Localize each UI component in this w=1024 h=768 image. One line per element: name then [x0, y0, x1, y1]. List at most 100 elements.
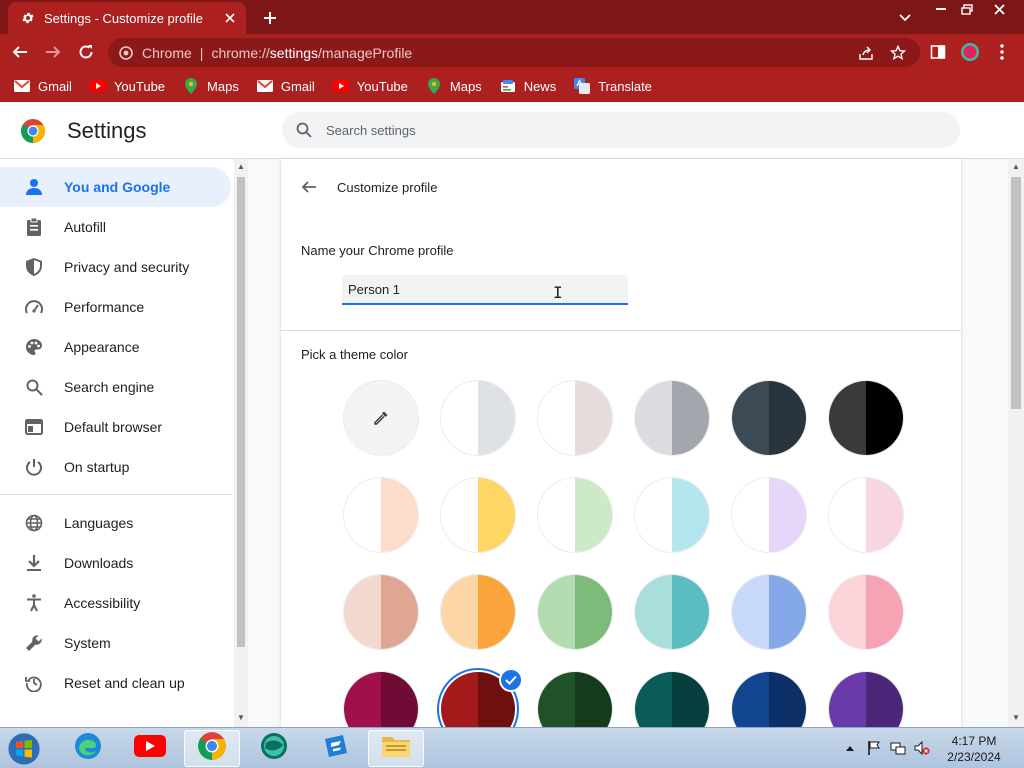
- taskbar-youtube[interactable]: [122, 730, 178, 767]
- main-scrollbar[interactable]: ▲ ▼: [1008, 159, 1024, 727]
- start-button[interactable]: [4, 730, 44, 767]
- sidebar-item-downloads[interactable]: Downloads: [0, 543, 232, 583]
- taskbar-blue-app[interactable]: [308, 730, 364, 767]
- theme-color-swatch[interactable]: [441, 478, 515, 552]
- swatch-right-half: [381, 478, 418, 552]
- bookmark-news[interactable]: News: [500, 78, 556, 94]
- theme-color-swatch[interactable]: [538, 478, 612, 552]
- profile-avatar-icon[interactable]: [958, 40, 982, 64]
- bookmark-translate[interactable]: Translate: [574, 78, 652, 94]
- sidebar-item-accessibility[interactable]: Accessibility: [0, 583, 232, 623]
- taskbar-chrome[interactable]: [184, 730, 240, 767]
- bookmark-maps[interactable]: Maps: [426, 78, 482, 94]
- theme-color-swatch[interactable]: [538, 672, 612, 727]
- bookmark-youtube[interactable]: YouTube: [89, 78, 165, 94]
- theme-color-swatch[interactable]: [829, 672, 903, 727]
- bookmark-gmail[interactable]: Gmail: [14, 78, 72, 94]
- youtube-icon: [332, 78, 349, 94]
- taskbar-green-app[interactable]: [246, 730, 302, 767]
- back-button[interactable]: [297, 175, 321, 199]
- theme-color-swatch[interactable]: [441, 575, 515, 649]
- scroll-up-arrow-icon[interactable]: ▲: [1011, 162, 1021, 172]
- theme-color-swatch[interactable]: [732, 575, 806, 649]
- scroll-down-arrow-icon[interactable]: ▼: [236, 713, 246, 723]
- theme-color-swatch[interactable]: [635, 672, 709, 727]
- bookmark-youtube[interactable]: YouTube: [332, 78, 408, 94]
- download-icon: [24, 553, 44, 573]
- sidebar-item-label: Downloads: [64, 555, 134, 571]
- bookmark-maps[interactable]: Maps: [183, 78, 239, 94]
- theme-color-swatch[interactable]: [732, 381, 806, 455]
- theme-color-swatch[interactable]: [344, 672, 418, 727]
- swatch-right-half: [478, 381, 515, 455]
- theme-color-swatch[interactable]: [635, 381, 709, 455]
- theme-color-swatch[interactable]: [732, 478, 806, 552]
- side-panel-icon[interactable]: [926, 40, 950, 64]
- new-tab-button[interactable]: [258, 6, 282, 30]
- share-icon[interactable]: [856, 43, 876, 63]
- taskbar-explorer[interactable]: [368, 730, 424, 767]
- minimize-button[interactable]: [928, 0, 954, 18]
- theme-color-swatch[interactable]: [538, 575, 612, 649]
- theme-color-swatch[interactable]: [829, 478, 903, 552]
- system-clock[interactable]: 4:17 PM 2/23/2024: [940, 733, 1008, 765]
- customize-profile-card: Customize profile Name your Chrome profi…: [281, 159, 961, 727]
- action-center-flag-icon[interactable]: [866, 740, 882, 756]
- forward-arrow-icon[interactable]: [41, 40, 65, 64]
- sidebar-item-appearance[interactable]: Appearance: [0, 327, 232, 367]
- theme-color-swatch[interactable]: [344, 478, 418, 552]
- sidebar-item-performance[interactable]: Performance: [0, 287, 232, 327]
- kebab-menu-icon[interactable]: [990, 40, 1014, 64]
- search-input[interactable]: [326, 122, 926, 138]
- sidebar-item-default-browser[interactable]: Default browser: [0, 407, 232, 447]
- tab-strip: Settings - Customize profile: [0, 0, 1024, 34]
- bookmark-label: Maps: [207, 78, 239, 94]
- theme-color-swatch[interactable]: [732, 672, 806, 727]
- sidebar-scrollbar-thumb[interactable]: [237, 177, 245, 647]
- restore-button[interactable]: [954, 0, 980, 18]
- bookmark-label: Maps: [449, 78, 482, 94]
- swatch-left-half: [344, 478, 381, 552]
- tray-overflow-icon[interactable]: [842, 740, 858, 756]
- scroll-up-arrow-icon[interactable]: ▲: [236, 162, 246, 172]
- sidebar-item-on-startup[interactable]: On startup: [0, 447, 232, 487]
- globe-icon: [24, 513, 44, 533]
- swatch-left-half: [829, 381, 866, 455]
- close-window-button[interactable]: [982, 0, 1016, 18]
- sidebar-item-autofill[interactable]: Autofill: [0, 207, 232, 247]
- sidebar-item-reset-and-clean-up[interactable]: Reset and clean up: [0, 663, 232, 703]
- translate-icon: [574, 78, 591, 94]
- sidebar-scrollbar[interactable]: ▲ ▼: [234, 159, 248, 727]
- main-scrollbar-thumb[interactable]: [1011, 177, 1021, 409]
- sidebar-item-search-engine[interactable]: Search engine: [0, 367, 232, 407]
- search-settings-box[interactable]: [282, 112, 960, 148]
- reload-icon[interactable]: [74, 40, 98, 64]
- scroll-down-arrow-icon[interactable]: ▼: [1011, 713, 1021, 723]
- back-arrow-icon[interactable]: [8, 40, 32, 64]
- theme-color-swatch[interactable]: [344, 575, 418, 649]
- theme-color-swatch[interactable]: [829, 575, 903, 649]
- profile-name-input[interactable]: [342, 275, 628, 305]
- sidebar-item-privacy-and-security[interactable]: Privacy and security: [0, 247, 232, 287]
- theme-color-swatch[interactable]: [635, 575, 709, 649]
- sidebar-item-label: Accessibility: [64, 595, 141, 611]
- network-icon[interactable]: [890, 740, 906, 756]
- theme-color-swatch[interactable]: [538, 381, 612, 455]
- theme-color-swatch[interactable]: [441, 381, 515, 455]
- sidebar-item-system[interactable]: System: [0, 623, 232, 663]
- bookmark-gmail[interactable]: Gmail: [256, 78, 315, 94]
- close-tab-icon[interactable]: [220, 8, 240, 28]
- chrome-logo-icon: [20, 118, 46, 144]
- theme-color-swatch[interactable]: [829, 381, 903, 455]
- address-bar[interactable]: Chrome | chrome://settings/manageProfile: [108, 38, 920, 67]
- sidebar-item-languages[interactable]: Languages: [0, 503, 232, 543]
- tab-search-chevron-icon[interactable]: [894, 8, 916, 28]
- bookmark-star-icon[interactable]: [888, 43, 908, 63]
- sidebar-item-you-and-google[interactable]: You and Google: [0, 167, 231, 207]
- custom-color-swatch[interactable]: [344, 381, 418, 455]
- swatch-left-half: [344, 575, 381, 649]
- taskbar-edge[interactable]: [60, 730, 116, 767]
- theme-color-swatch[interactable]: [635, 478, 709, 552]
- tab-settings[interactable]: Settings - Customize profile: [8, 2, 246, 34]
- volume-muted-icon[interactable]: [914, 740, 930, 756]
